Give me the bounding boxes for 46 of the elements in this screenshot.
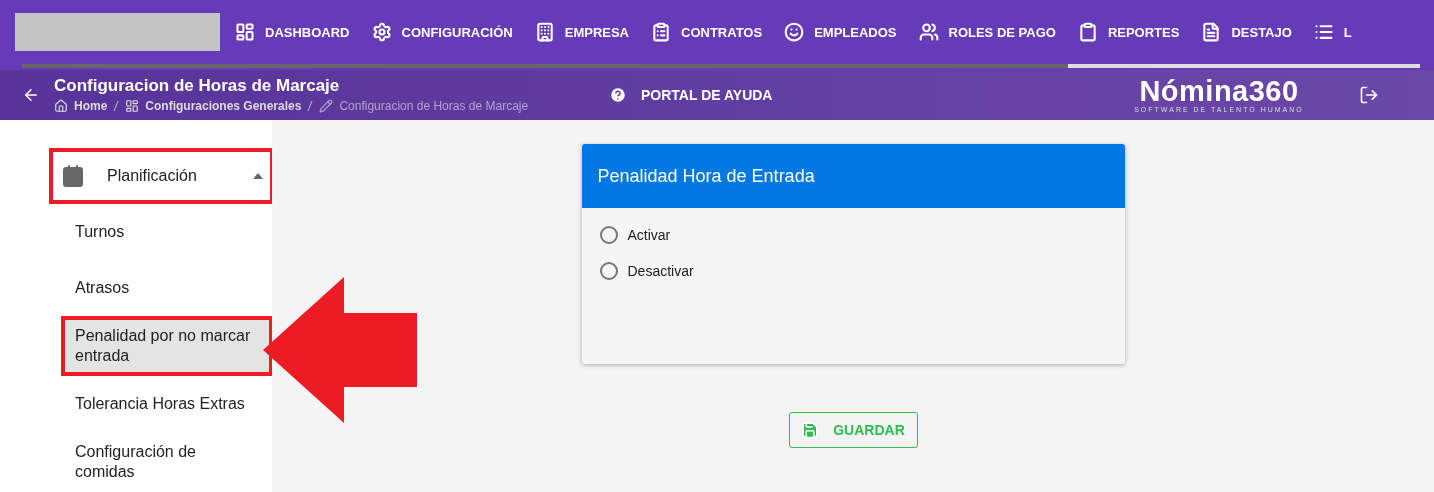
nav-icon [784,22,805,42]
breadcrumb-icon [125,99,140,114]
nav-item[interactable]: L [1313,22,1352,42]
nav-item[interactable]: DESTAJO [1201,22,1292,42]
radio-button[interactable] [599,262,618,280]
logout-button[interactable] [1359,84,1379,105]
sidebar-item[interactable]: Penalidad por no marcar entrada [65,320,269,372]
breadcrumb-separator [307,100,314,113]
sidebar-item[interactable]: Configuración de comidas [65,436,269,488]
caret-icon [252,172,264,180]
sidebar-item[interactable]: Atrasos [65,272,269,304]
nav-icon [651,22,671,42]
radio-option[interactable]: Desactivar [599,262,1125,280]
help-icon [609,85,627,104]
nav-icon [918,22,939,42]
nav-item[interactable]: CONTRATOS [651,22,763,42]
sidebar-item[interactable]: Tolerancia Horas Extras [65,388,269,420]
nav-icon [1077,22,1098,42]
breadcrumb-link[interactable]: Configuraciones Generales [145,99,302,114]
nav-item[interactable]: DASHBOARD [235,22,350,42]
help-link[interactable]: PORTAL DE AYUDA [609,85,1129,104]
nav-icon [235,22,255,42]
nav-icon [1201,22,1222,42]
brand-name: Nómina360 [1139,76,1299,107]
calendar-icon [61,164,85,188]
breadcrumb-icon [319,99,334,114]
nav-item[interactable]: EMPLEADOS [784,22,897,42]
scrollbar[interactable] [22,64,1420,68]
nav-icon [371,22,392,42]
radio-option[interactable]: Activar [599,226,1125,244]
sidebar-item[interactable]: Turnos [65,216,269,248]
sidebar-group[interactable]: Planificación [53,152,270,200]
radio-button[interactable] [599,226,618,244]
nav-item[interactable]: EMPRESA [534,22,629,42]
breadcrumb-icon [54,99,68,114]
page-title: Configuracion de Horas de Marcaje [54,76,341,97]
nav-icon [534,22,555,42]
card-title: Penalidad Hora de Entrada [581,144,1125,208]
nav-icon [1313,22,1334,42]
breadcrumb-link[interactable]: Home [74,99,108,114]
save-icon [801,421,820,439]
nav-item[interactable]: CONFIGURACIÓN [371,22,513,42]
nav-item[interactable]: ROLES DE PAGO [918,22,1056,42]
nav-item[interactable]: REPORTES [1077,22,1180,42]
breadcrumb-link[interactable]: Configuracion de Horas de Marcaje [339,99,529,114]
breadcrumb-separator [113,100,120,113]
